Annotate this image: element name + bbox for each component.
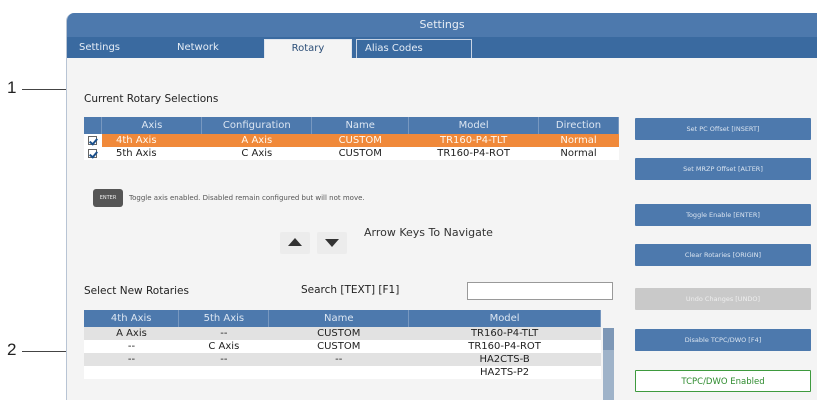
set-mrzp-offset-button[interactable]: Set MRZP Offset [ALTER] [635, 158, 811, 180]
window-title: Settings [67, 13, 817, 37]
col-check [84, 117, 103, 134]
new-rotaries-table: 4th Axis 5th Axis Name Model A Axis -- C… [84, 310, 601, 379]
col-direction: Direction [538, 117, 619, 134]
cell-4th: A Axis [84, 327, 179, 340]
table-row[interactable]: HA2TS-P2 [84, 366, 601, 379]
col-model: Model [408, 117, 540, 134]
scrollbar-thumb[interactable] [603, 328, 614, 350]
table-row[interactable]: -- -- -- HA2CTS-B [84, 353, 601, 366]
table-scrollbar[interactable] [603, 328, 614, 400]
col-rotary-model: Model [408, 310, 601, 327]
cell-model: HA2CTS-B [408, 353, 601, 366]
cell-5th: -- [178, 327, 269, 340]
checkmark-icon[interactable] [88, 148, 97, 158]
cell-config: A Axis [201, 134, 312, 147]
search-label: Search [TEXT] [F1] [301, 284, 400, 296]
col-axis: Axis [101, 117, 203, 134]
cell-5th [178, 366, 269, 379]
table-row[interactable]: 4th Axis A Axis CUSTOM TR160-P4-TLT Norm… [84, 134, 619, 147]
tab-bar: Settings Network Rotary Alias Codes [67, 37, 817, 58]
col-name: Name [311, 117, 410, 134]
cell-model: TR160-P4-ROT [408, 340, 601, 353]
table-row[interactable]: -- C Axis CUSTOM TR160-P4-ROT [84, 340, 601, 353]
clear-rotaries-button[interactable]: Clear Rotaries [ORIGIN] [635, 244, 811, 266]
callout-1: 1 [7, 78, 17, 97]
cell-name: CUSTOM [311, 147, 409, 160]
down-arrow-button[interactable] [317, 232, 347, 254]
cell-model: HA2TS-P2 [408, 366, 601, 379]
tab-underline [67, 58, 817, 62]
cell-name: CUSTOM [311, 134, 409, 147]
cell-model: TR160-P4-TLT [408, 327, 601, 340]
col-5th-axis: 5th Axis [178, 310, 270, 327]
cell-axis: 4th Axis [101, 134, 202, 147]
tab-alias-codes[interactable]: Alias Codes [356, 39, 472, 58]
enable-checkbox[interactable] [84, 134, 102, 147]
table-row[interactable]: 5th Axis C Axis CUSTOM TR160-P4-ROT Norm… [84, 147, 619, 160]
select-rotaries-title: Select New Rotaries [84, 285, 189, 297]
cell-direction: Normal [538, 134, 619, 147]
col-4th-axis: 4th Axis [84, 310, 180, 327]
up-arrow-icon [288, 238, 302, 246]
cell-direction: Normal [538, 147, 619, 160]
col-rotary-name: Name [268, 310, 410, 327]
cell-config: C Axis [201, 147, 312, 160]
callout-2: 2 [7, 340, 17, 359]
current-rotary-table: Axis Configuration Name Model Direction … [84, 117, 619, 160]
cell-axis: 5th Axis [101, 147, 202, 160]
settings-window: Settings Settings Network Rotary Alias C… [66, 13, 817, 400]
undo-changes-button[interactable]: Undo Changes [UNDO] [635, 288, 811, 310]
set-pc-offset-button[interactable]: Set PC Offset [INSERT] [635, 118, 811, 140]
navigate-hint: Arrow Keys To Navigate [364, 226, 493, 239]
enter-key-icon: ENTER [93, 189, 123, 207]
cell-5th: -- [178, 353, 269, 366]
cell-name: CUSTOM [268, 340, 409, 353]
disable-tcpc-dwo-button[interactable]: Disable TCPC/DWO [F4] [635, 329, 811, 351]
cell-4th: -- [84, 353, 179, 366]
enable-checkbox[interactable] [84, 147, 102, 160]
cell-name: CUSTOM [268, 327, 409, 340]
toggle-enable-button[interactable]: Toggle Enable [ENTER] [635, 204, 811, 226]
toggle-hint: Toggle axis enabled. Disabled remain con… [129, 194, 365, 202]
cell-5th: C Axis [178, 340, 269, 353]
table-row[interactable]: A Axis -- CUSTOM TR160-P4-TLT [84, 327, 601, 340]
tab-settings[interactable]: Settings [71, 39, 128, 58]
cell-4th [84, 366, 179, 379]
tab-rotary[interactable]: Rotary [264, 39, 352, 58]
up-arrow-button[interactable] [280, 232, 310, 254]
cell-name [268, 366, 409, 379]
current-selections-title: Current Rotary Selections [84, 93, 219, 105]
search-input[interactable] [467, 282, 613, 300]
cell-name: -- [268, 353, 409, 366]
cell-4th: -- [84, 340, 179, 353]
tab-network[interactable]: Network [169, 39, 227, 58]
tcpc-dwo-status: TCPC/DWO Enabled [635, 370, 811, 392]
cell-model: TR160-P4-ROT [408, 147, 539, 160]
cell-model: TR160-P4-TLT [408, 134, 539, 147]
checkmark-icon[interactable] [88, 135, 97, 145]
down-arrow-icon [325, 239, 339, 247]
col-configuration: Configuration [201, 117, 313, 134]
